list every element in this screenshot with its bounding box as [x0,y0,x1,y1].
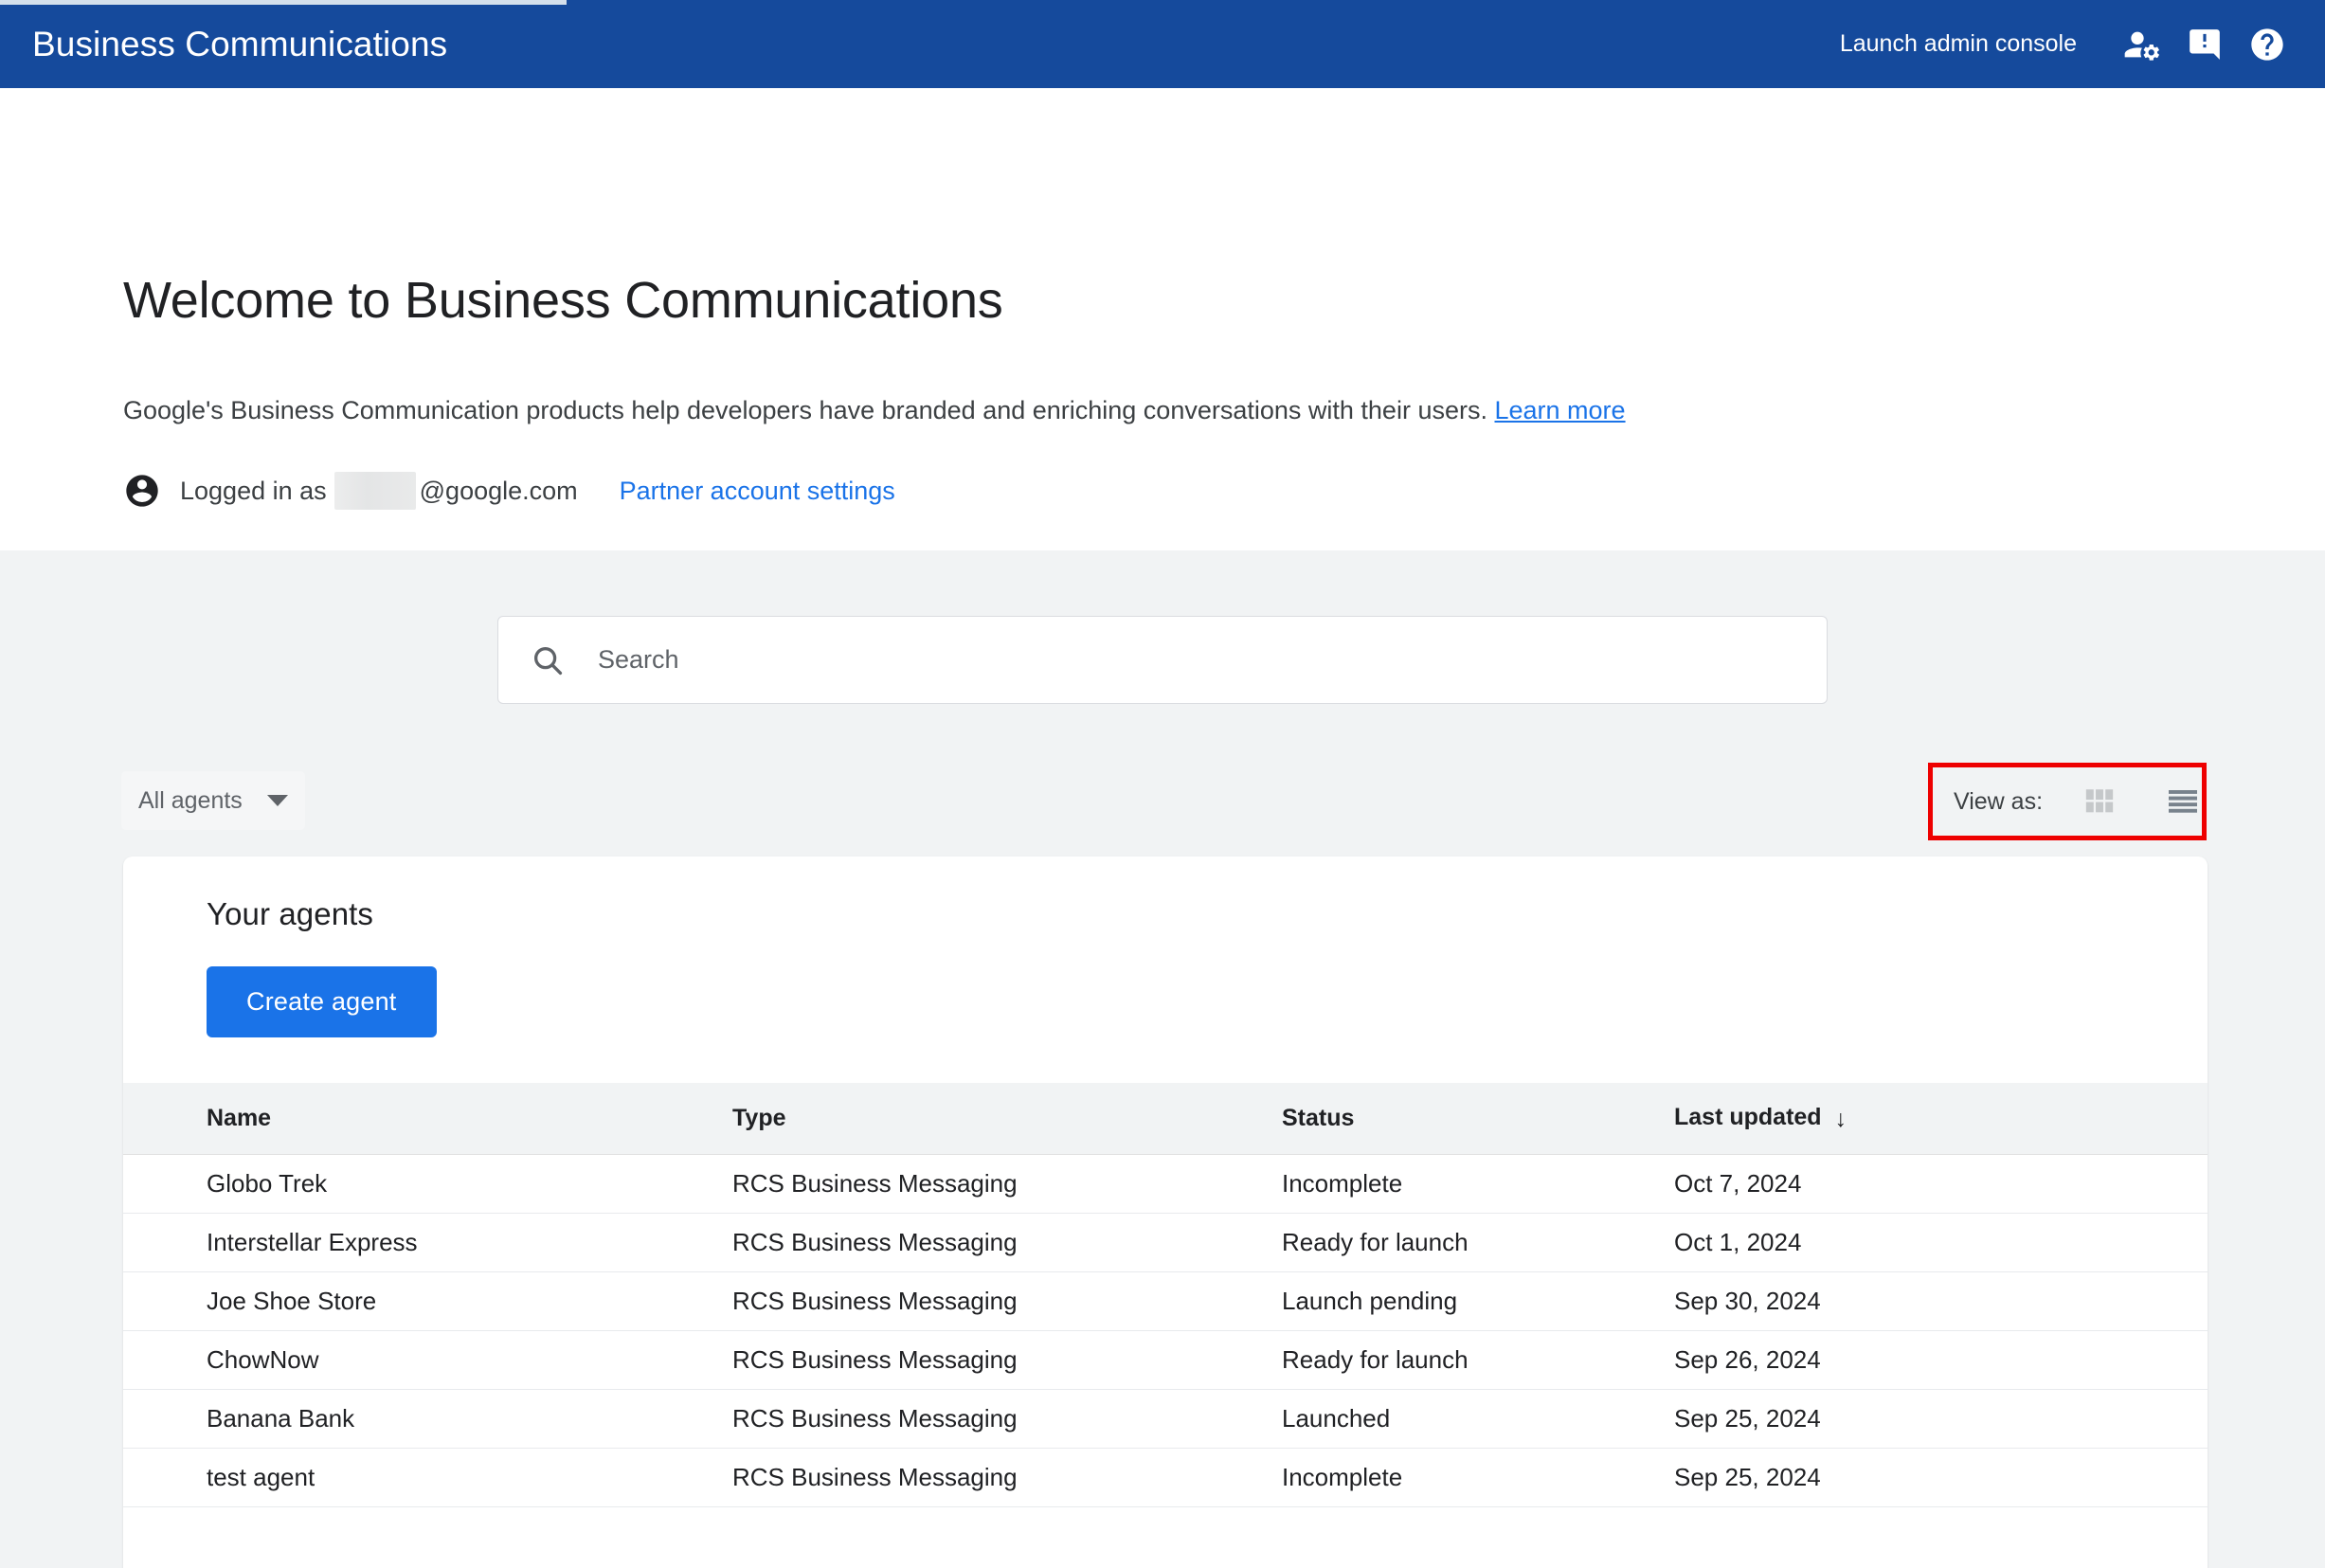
page-title: Welcome to Business Communications [123,272,1003,329]
agents-card-title: Your agents [207,896,374,931]
agents-table: Name Type Status Last updated ↓ Globo Tre… [123,1083,2208,1507]
table-row[interactable]: Banana Bank RCS Business Messaging Launche… [123,1389,2208,1449]
logged-in-row: Logged in as @google.com Partner account… [123,472,895,510]
account-circle-icon [123,472,161,510]
hero-section: Welcome to Business Communications Googl… [0,88,2325,550]
view-as-label: View as: [1954,787,2044,815]
agent-name-cell: ChowNow [123,1330,699,1390]
table-row[interactable]: Joe Shoe Store RCS Business Messaging Laun… [123,1271,2208,1331]
launch-admin-console-link[interactable]: Launch admin console [1840,30,2077,58]
agent-status-cell: Ready for launch [1230,1213,1614,1272]
hero-description: Google's Business Communication products… [123,393,1626,427]
agents-table-body: Globo Trek RCS Business Messaging Incomple… [123,1154,2208,1507]
agent-name-cell: Globo Trek [123,1154,699,1214]
agent-last-updated-cell: Sep 25, 2024 [1614,1389,2208,1449]
agent-last-updated-cell: Sep 30, 2024 [1614,1271,2208,1331]
manage-accounts-icon[interactable] [2111,13,2173,76]
hero-description-text: Google's Business Communication products… [123,396,1487,424]
agent-type-cell: RCS Business Messaging [699,1448,1230,1507]
table-row[interactable]: ChowNow RCS Business Messaging Ready for l… [123,1330,2208,1390]
agent-name-cell: Interstellar Express [123,1213,699,1272]
search-box[interactable] [497,616,1828,704]
chevron-down-icon [266,795,288,806]
help-icon[interactable] [2236,13,2298,76]
agents-card-header: Your agents Create agent [123,856,2208,1037]
list-view-icon[interactable] [2164,780,2202,823]
table-header-row: Name Type Status Last updated ↓ [123,1083,2208,1155]
agents-filter-label: All agents [138,786,243,814]
partner-account-settings-link[interactable]: Partner account settings [620,477,895,506]
agent-last-updated-cell: Sep 25, 2024 [1614,1448,2208,1507]
logged-in-prefix: Logged in as [180,476,327,505]
view-as-control: View as: [1928,763,2207,840]
create-agent-button[interactable]: Create agent [207,966,437,1037]
agent-type-cell: RCS Business Messaging [699,1389,1230,1449]
agent-name-cell: Banana Bank [123,1389,699,1449]
your-agents-card: Your agents Create agent Name Type Statu… [123,856,2208,1568]
feedback-icon[interactable] [2173,13,2236,76]
table-row[interactable]: Interstellar Express RCS Business Messagi… [123,1213,2208,1272]
agent-status-cell: Launched [1230,1389,1614,1449]
agent-type-cell: RCS Business Messaging [699,1213,1230,1272]
agent-last-updated-cell: Oct 1, 2024 [1614,1213,2208,1272]
agent-status-cell: Incomplete [1230,1154,1614,1214]
content-area: All agents View as: Your a [0,550,2325,1568]
search-input[interactable] [598,617,1827,703]
agent-last-updated-cell: Oct 7, 2024 [1614,1154,2208,1214]
column-header-last-updated-label: Last updated [1674,1104,1822,1130]
table-row[interactable]: test agent RCS Business Messaging Incomple… [123,1448,2208,1507]
agent-name-cell: test agent [123,1448,699,1507]
logged-in-text: Logged in as @google.com [180,472,578,510]
agent-status-cell: Ready for launch [1230,1330,1614,1390]
app-title: Business Communications [32,25,448,63]
agent-last-updated-cell: Sep 26, 2024 [1614,1330,2208,1390]
column-header-status[interactable]: Status [1230,1083,1614,1155]
column-header-name[interactable]: Name [123,1083,699,1155]
logged-in-domain: @google.com [419,476,578,505]
search-icon [530,642,566,678]
sort-descending-arrow-icon: ↓ [1834,1106,1847,1132]
column-header-last-updated[interactable]: Last updated ↓ [1614,1083,2208,1155]
agent-status-cell: Incomplete [1230,1448,1614,1507]
column-header-type[interactable]: Type [699,1083,1230,1155]
app-bar: Business Communications Launch admin con… [0,0,2325,88]
table-row[interactable]: Globo Trek RCS Business Messaging Incomple… [123,1154,2208,1214]
agents-table-head: Name Type Status Last updated ↓ [123,1083,2208,1155]
agent-type-cell: RCS Business Messaging [699,1154,1230,1214]
agent-name-cell: Joe Shoe Store [123,1271,699,1331]
agent-type-cell: RCS Business Messaging [699,1271,1230,1331]
page-loading-indicator [0,0,567,5]
redacted-username [333,472,416,510]
app-bar-actions: Launch admin console [1840,13,2298,76]
grid-view-icon[interactable] [2081,780,2118,823]
agent-status-cell: Launch pending [1230,1271,1614,1331]
learn-more-link[interactable]: Learn more [1494,396,1625,424]
agent-type-cell: RCS Business Messaging [699,1330,1230,1390]
agents-filter-dropdown[interactable]: All agents [121,771,305,830]
